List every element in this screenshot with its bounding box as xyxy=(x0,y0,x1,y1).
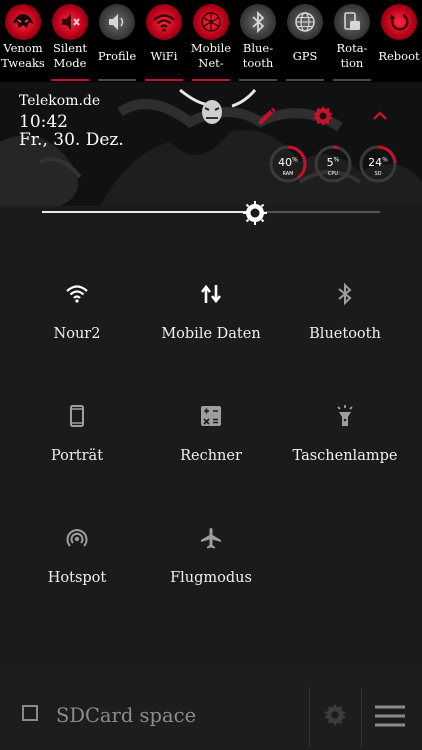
tile-mobile-data[interactable]: Mobile Daten xyxy=(141,282,281,372)
toggle-label-line1: Profile xyxy=(97,49,137,63)
gauge-label: RAM xyxy=(282,171,294,177)
gauge-value: 24 xyxy=(368,156,383,169)
bluetooth-icon xyxy=(240,4,276,40)
flashlight-icon xyxy=(333,404,357,428)
speaker-mute-icon xyxy=(52,4,88,40)
quick-toggle-strip: Venom Tweaks Silent Mode Profile WiFi Mobi… xyxy=(0,0,422,82)
rotation-icon xyxy=(334,4,370,40)
toggle-label-line2: Mode xyxy=(53,56,87,70)
edit-pencil-icon[interactable] xyxy=(255,104,279,128)
toggle-active-bar xyxy=(145,79,183,81)
toggle-inactive-bar xyxy=(286,79,324,81)
sdcard-space-label: SDCard space xyxy=(56,704,197,727)
gauge-sd: 24% SD xyxy=(358,144,398,184)
gauge-label: SD xyxy=(374,171,382,177)
brightness-slider[interactable] xyxy=(42,200,380,226)
gauge-ram: 40% RAM xyxy=(268,144,308,184)
wifi-icon xyxy=(146,4,182,40)
tile-portrait[interactable]: Porträt xyxy=(7,404,147,494)
toggle-gps[interactable]: GPS xyxy=(282,0,328,82)
tile-flashlight[interactable]: Taschenlampe xyxy=(275,404,415,494)
calculator-icon xyxy=(199,404,223,428)
brightness-thumb-icon[interactable] xyxy=(242,200,268,226)
tile-label: Flugmodus xyxy=(170,570,252,586)
settings-gear-icon[interactable] xyxy=(311,104,335,128)
toggle-label-line1: Venom xyxy=(3,41,43,55)
venom-logo-icon xyxy=(5,4,41,40)
tile-label: Rechner xyxy=(180,448,242,464)
gauge-value: 40 xyxy=(278,156,293,169)
hotspot-icon xyxy=(65,526,89,550)
toggle-inactive-bar xyxy=(239,79,277,81)
toggle-label-line1: GPS xyxy=(292,49,318,63)
toggle-wifi[interactable]: WiFi xyxy=(141,0,187,82)
carrier-name: Telekom.de xyxy=(19,93,101,109)
toggle-label-line1: Rota- xyxy=(336,41,368,55)
tile-label: Bluetooth xyxy=(309,326,381,342)
toggle-label-line1: Reboot xyxy=(378,49,420,63)
toggle-label-line1: Blue- xyxy=(242,41,274,55)
toggle-inactive-bar xyxy=(333,79,371,81)
gauge-unit: % xyxy=(333,156,340,164)
tile-label: Taschenlampe xyxy=(292,448,398,464)
toggle-bluetooth[interactable]: Blue-tooth xyxy=(235,0,281,82)
reboot-icon xyxy=(381,4,417,40)
toggle-silent-mode[interactable]: Silent Mode xyxy=(47,0,93,82)
clock-time: 10:42 xyxy=(19,112,68,132)
toggle-label-line2: tooth xyxy=(242,56,274,70)
gauge-cpu: 5% CPU xyxy=(313,144,353,184)
tile-label: Hotspot xyxy=(47,570,107,586)
tile-label: Mobile Daten xyxy=(161,326,261,342)
tile-label: Nour2 xyxy=(53,326,101,342)
toggle-active-bar xyxy=(192,79,230,81)
toggle-reboot[interactable]: Reboot xyxy=(376,0,422,82)
phone-portrait-icon xyxy=(65,404,89,428)
footer-divider xyxy=(361,687,362,747)
wifi-icon xyxy=(65,282,89,306)
toggle-label-line2: tion xyxy=(340,56,364,70)
collapse-chevron-up-icon[interactable] xyxy=(368,104,392,128)
menu-hamburger-icon[interactable] xyxy=(375,705,405,727)
airplane-icon xyxy=(199,526,223,550)
toggle-profile[interactable]: Profile xyxy=(94,0,140,82)
gauge-unit: % xyxy=(382,156,388,164)
data-arrows-icon xyxy=(199,282,223,306)
settings-gear-icon[interactable] xyxy=(322,702,348,728)
tile-hotspot[interactable]: Hotspot xyxy=(7,526,147,616)
tile-label: Porträt xyxy=(50,448,104,464)
gauge-unit: % xyxy=(292,156,298,164)
gauge-value: 5 xyxy=(326,156,334,169)
toggle-label-line1: Silent xyxy=(52,41,88,55)
tile-bluetooth[interactable]: Bluetooth xyxy=(275,282,415,372)
toggle-label-line1: WiFi xyxy=(150,49,178,63)
footer-divider xyxy=(309,687,310,747)
tile-calculator[interactable]: Rechner xyxy=(141,404,281,494)
slider-fill xyxy=(42,211,255,213)
toggle-active-bar xyxy=(51,79,89,81)
notification-footer: SDCard space xyxy=(0,671,422,750)
toggle-mobile-network[interactable]: Mobile Net- xyxy=(188,0,234,82)
clock-date: Fr., 30. Dez. xyxy=(19,130,124,150)
globe-icon xyxy=(287,4,323,40)
toggle-venom-tweaks[interactable]: Venom Tweaks xyxy=(0,0,46,82)
toggle-inactive-bar xyxy=(98,79,136,81)
sdcard-checkbox[interactable] xyxy=(22,705,38,721)
tile-airplane-mode[interactable]: Flugmodus xyxy=(141,526,281,616)
mobile-network-icon xyxy=(193,4,229,40)
toggle-rotation[interactable]: Rota-tion xyxy=(329,0,375,82)
speaker-icon xyxy=(99,4,135,40)
bluetooth-icon xyxy=(333,282,357,306)
toggle-label-line2: Net- xyxy=(198,56,224,70)
toggle-label-line2: Tweaks xyxy=(1,56,45,70)
tile-wifi[interactable]: Nour2 xyxy=(7,282,147,372)
toggle-label-line1: Mobile xyxy=(190,41,232,55)
gauge-label: CPU xyxy=(327,171,339,177)
